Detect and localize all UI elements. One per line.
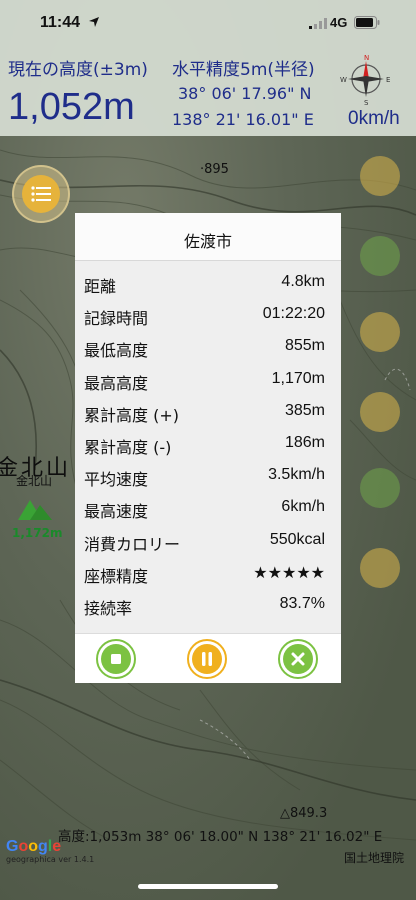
stat-row-average-speed: 平均速度 3.5km/h (75, 461, 341, 493)
stat-row-max-altitude: 最高高度 1,170m (75, 365, 341, 397)
longitude-value: 138° 21' 16.01" E (172, 110, 314, 129)
stat-value: 550kcal (269, 530, 325, 548)
stat-label: 累計高度 (+) (84, 405, 179, 425)
speed-value: 0km/h (348, 108, 400, 129)
mountain-elevation-label: 1,172m (12, 526, 63, 540)
stat-row-recording-time: 記録時間 01:22:20 (75, 300, 341, 332)
layer-button[interactable] (360, 156, 400, 196)
track-button[interactable] (360, 312, 400, 352)
menu-button-face (22, 175, 60, 213)
svg-text:N: N (364, 54, 369, 62)
latitude-value: 38° 06' 17.96" N (178, 84, 312, 103)
peak-895-label: ·895 (200, 162, 229, 177)
location-arrow-icon (89, 17, 99, 27)
status-time: 11:44 (40, 14, 81, 31)
stat-value: 01:22:20 (262, 305, 325, 323)
google-logo: Google (6, 838, 62, 855)
stat-value: 3.5km/h (268, 466, 325, 484)
stat-value: 186m (284, 433, 325, 451)
stat-row-calories: 消費カロリー 550kcal (75, 526, 341, 558)
stat-value: 6km/h (281, 498, 325, 516)
stat-label: 平均速度 (84, 470, 149, 490)
stop-button[interactable] (96, 639, 136, 679)
dialog-header: 佐渡市 (75, 213, 341, 261)
stat-row-min-altitude: 最低高度 855m (75, 332, 341, 364)
home-indicator[interactable] (138, 884, 278, 889)
stat-value: 83.7% (279, 594, 325, 612)
navigation-button[interactable] (360, 236, 400, 276)
dialog-title: 佐渡市 (183, 232, 232, 251)
track-stats-dialog: 佐渡市 距離 4.8km 記録時間 01:22:20 最低高度 855m 最高高… (75, 213, 341, 683)
pause-icon (187, 639, 227, 679)
close-button[interactable] (278, 639, 318, 679)
peak-849-label: △849.3 (280, 806, 328, 821)
position-footer: 高度:1,053m 38° 06' 18.00" N 138° 21' 16.0… (58, 829, 383, 845)
stat-label: 座標精度 (84, 566, 149, 586)
altitude-value: 1,052m (8, 86, 135, 128)
stat-label: 最高高度 (84, 373, 149, 393)
status-bar: 11:44 4G (0, 0, 416, 46)
network-type: 4G (330, 15, 348, 30)
location-info-panel: 現在の高度(±3m) 1,052m 水平精度5m(半径) 38° 06' 17.… (0, 46, 416, 136)
stat-label: 最低高度 (84, 341, 149, 361)
stats-list: 距離 4.8km 記録時間 01:22:20 最低高度 855m 最高高度 1,… (75, 268, 341, 622)
stat-row-total-descent: 累計高度 (-) 186m (75, 429, 341, 461)
list-menu-icon (31, 186, 51, 202)
stat-label: 消費カロリー (84, 534, 181, 554)
stat-row-connection-rate: 接続率 83.7% (75, 590, 341, 622)
gsi-credit: 国土地理院 (344, 851, 405, 865)
version-label: geographica ver 1.4.1 (6, 855, 95, 864)
stat-row-coordinate-accuracy: 座標精度 ★★★★★ (75, 558, 341, 590)
stat-label: 距離 (84, 277, 117, 296)
mountain-name-small-label: 金北山 (16, 474, 53, 488)
svg-text:S: S (364, 99, 369, 106)
menu-button[interactable] (12, 165, 70, 223)
stat-value: 4.8km (281, 273, 325, 290)
accuracy-stars: ★★★★★ (253, 564, 325, 582)
waypoint-button[interactable] (360, 392, 400, 432)
battery-icon (354, 16, 380, 29)
stat-row-total-ascent: 累計高度 (+) 385m (75, 397, 341, 429)
stat-value: 855m (284, 337, 325, 355)
signal-icon (309, 18, 327, 29)
stat-label: 接続率 (84, 598, 133, 618)
dialog-controls (75, 633, 341, 683)
mountain-summit-marker (18, 500, 52, 520)
compass-icon[interactable]: N E S W (340, 52, 392, 106)
stat-label: 累計高度 (-) (84, 437, 172, 457)
pause-button[interactable] (187, 639, 227, 679)
stat-row-max-speed: 最高速度 6km/h (75, 493, 341, 525)
stat-value: 1,170m (271, 369, 325, 387)
tools-button[interactable] (360, 548, 400, 588)
stat-label: 最高速度 (84, 502, 149, 522)
stat-value: 385m (284, 401, 325, 419)
close-icon (278, 639, 318, 679)
altitude-label: 現在の高度(±3m) (8, 60, 148, 80)
stat-row-distance: 距離 4.8km (75, 268, 341, 300)
svg-text:W: W (340, 76, 347, 84)
accuracy-label: 水平精度5m(半径) (172, 60, 315, 80)
svg-text:E: E (386, 76, 390, 84)
stat-label: 記録時間 (84, 309, 149, 329)
stop-icon (96, 639, 136, 679)
footprint-button[interactable] (360, 468, 400, 508)
